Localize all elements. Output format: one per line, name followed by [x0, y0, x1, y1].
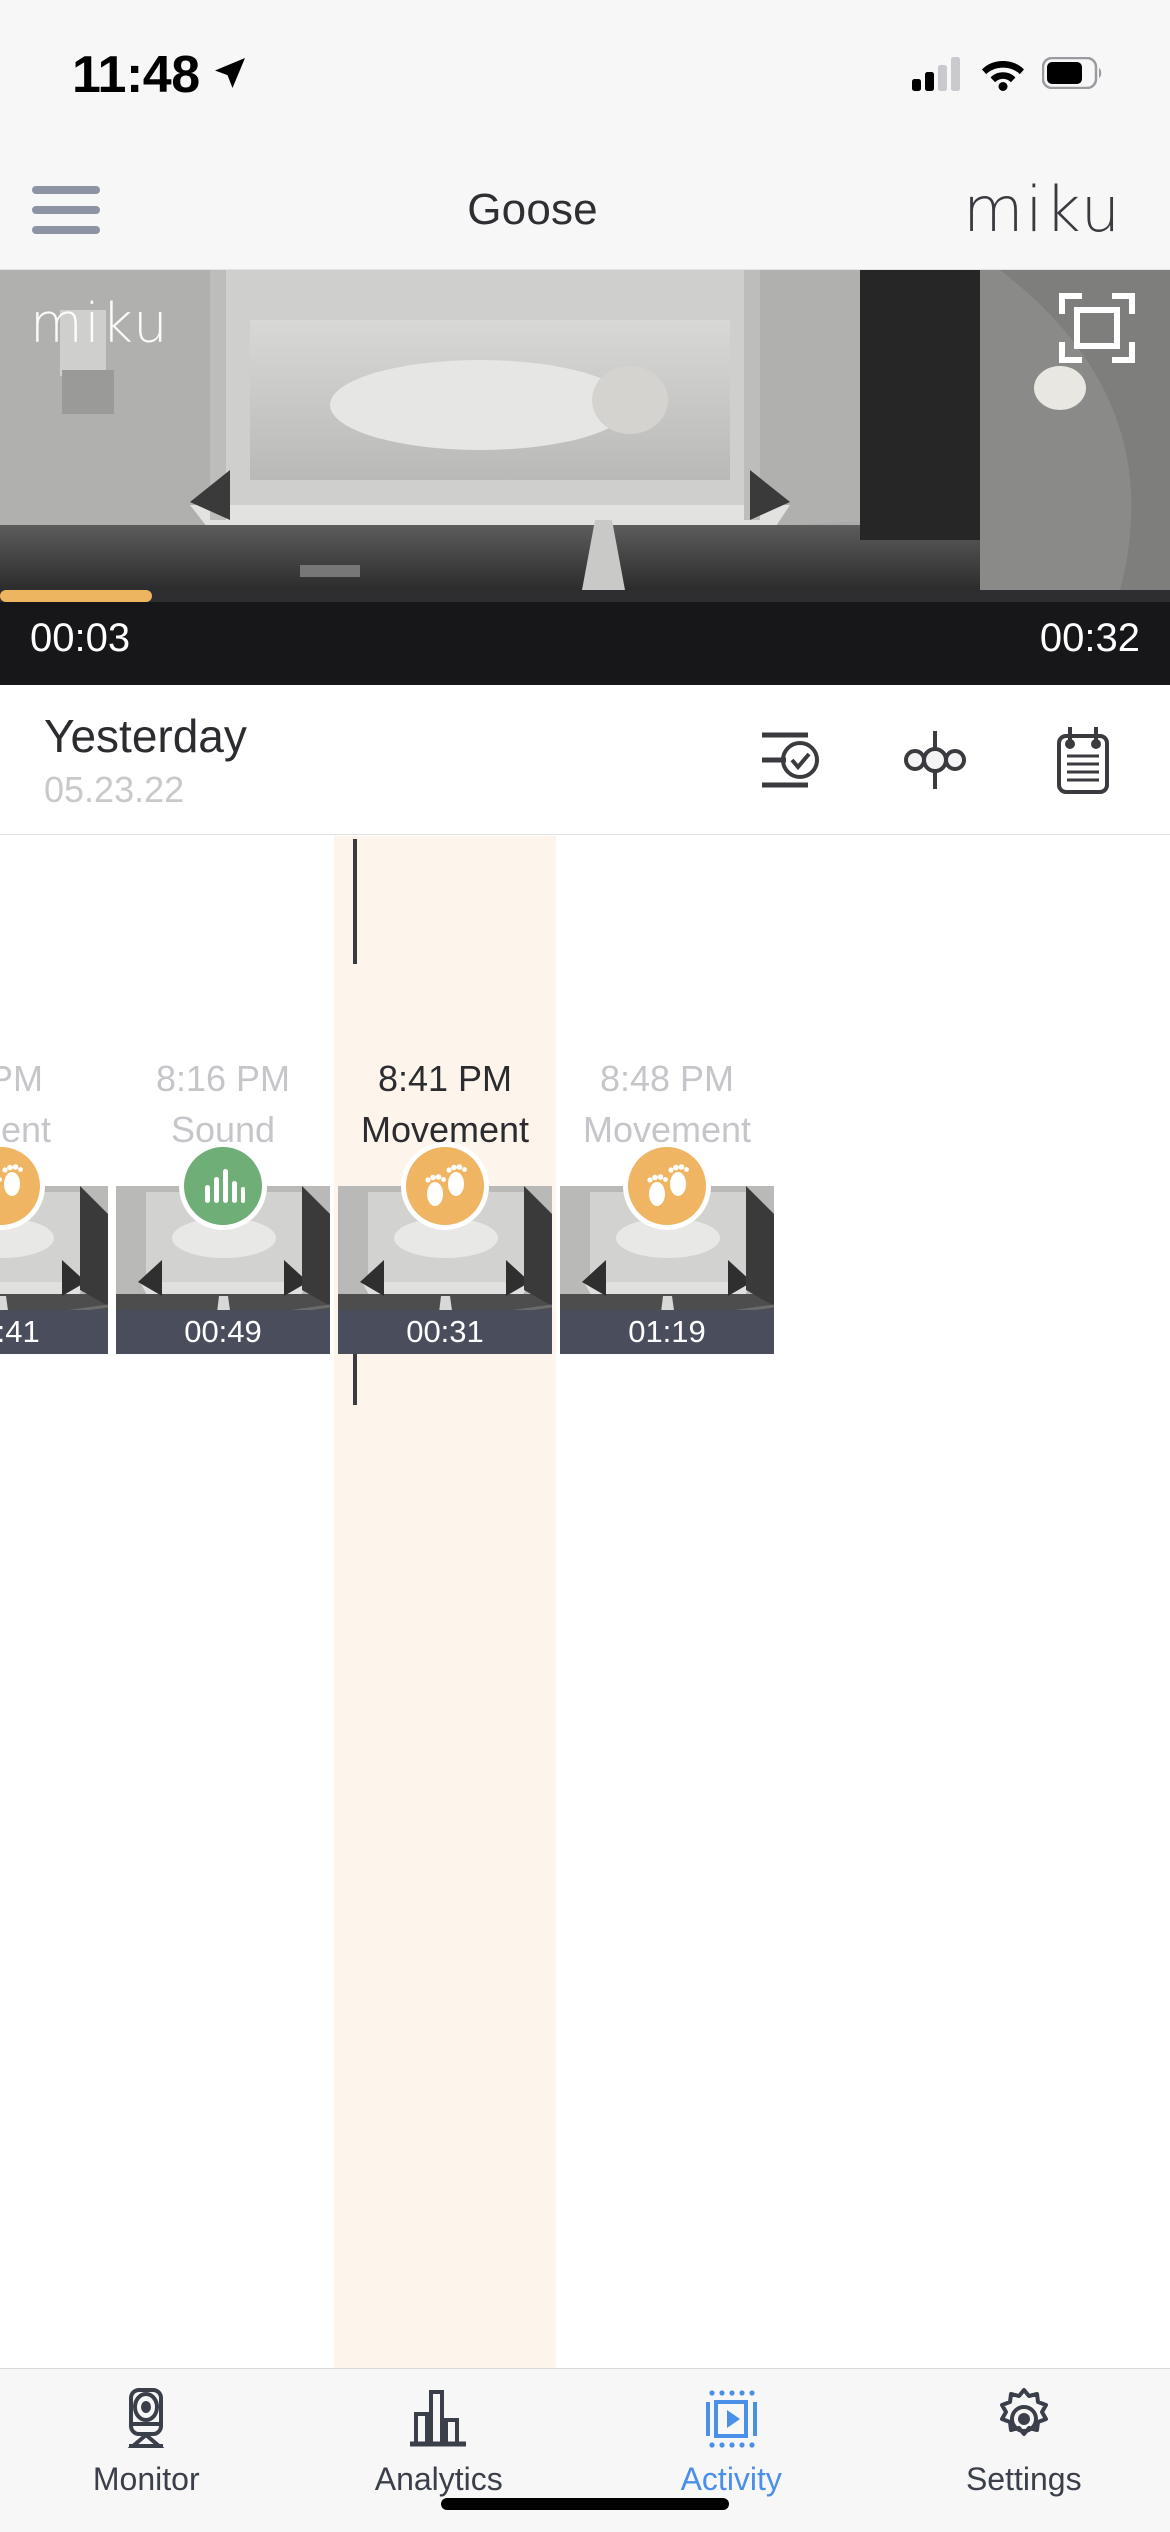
timeline-event[interactable]: 4 PMement00:41 — [0, 836, 112, 2408]
day-date: 05.23.22 — [44, 768, 185, 810]
select-events-icon[interactable] — [748, 721, 826, 799]
battery-icon — [1041, 56, 1104, 94]
event-time: 8:41 PM — [377, 1058, 513, 1099]
video-total-time: 00:32 — [1039, 616, 1140, 660]
sound-bars-icon — [179, 1142, 267, 1230]
gear-icon — [993, 2387, 1055, 2451]
activity-timeline[interactable]: 4 PMement00:418:16 PMSound00:498:41 PMMo… — [0, 836, 1170, 2408]
page-title: Goose — [467, 184, 598, 234]
event-duration: 00:49 — [116, 1310, 330, 1354]
tab-activity[interactable]: Activity — [585, 2387, 878, 2498]
home-indicator — [441, 2498, 729, 2510]
location-arrow-icon — [210, 53, 250, 98]
hamburger-line — [32, 225, 100, 234]
event-card[interactable]: 00:41 — [0, 1142, 108, 1354]
day-header: Yesterday 05.23.22 — [0, 685, 1170, 835]
footprints-icon — [623, 1142, 711, 1230]
day-label-group: Yesterday 05.23.22 — [44, 709, 247, 811]
video-current-time: 00:03 — [30, 616, 131, 660]
fullscreen-icon[interactable] — [1058, 292, 1136, 364]
event-time: 8:48 PM — [599, 1058, 735, 1099]
event-card[interactable]: 00:49 — [116, 1142, 330, 1354]
status-bar: 11:48 — [0, 0, 1170, 150]
camera-icon — [117, 2387, 175, 2451]
footprints-icon — [401, 1142, 489, 1230]
tab-label: Analytics — [374, 2461, 503, 2497]
event-card[interactable]: 00:31 — [338, 1142, 552, 1354]
video-player[interactable]: miku — [0, 270, 1170, 590]
video-progress-fill — [0, 590, 153, 602]
timeline-event[interactable]: 8:48 PM Movement 01:19 — [556, 836, 778, 2408]
event-time: 8:16 PM — [155, 1058, 291, 1099]
day-actions — [748, 721, 1122, 799]
video-progress-bar[interactable] — [0, 590, 1170, 602]
day-title: Yesterday — [44, 709, 247, 762]
event-time: 4 PM — [0, 1058, 44, 1099]
calendar-icon[interactable] — [1044, 721, 1122, 799]
status-bar-left: 11:48 — [72, 45, 250, 105]
event-duration: 01:19 — [560, 1310, 774, 1354]
tab-label: Activity — [680, 2461, 782, 2497]
tab-label: Monitor — [92, 2461, 200, 2497]
video-frame — [0, 270, 1170, 590]
wifi-icon — [980, 55, 1026, 96]
hamburger-menu-icon[interactable] — [32, 180, 102, 240]
filter-icon[interactable] — [896, 721, 974, 799]
status-bar-clock: 11:48 — [72, 46, 200, 104]
event-duration: 00:41 — [0, 1310, 108, 1354]
tab-analytics[interactable]: Analytics — [293, 2387, 586, 2498]
timeline-event[interactable]: 8:16 PM Sound 00:49 — [112, 836, 334, 2408]
film-play-icon — [700, 2387, 762, 2451]
timeline-event[interactable]: 8:41 PM Movement 00:31 — [334, 836, 556, 2408]
hamburger-line — [32, 205, 100, 214]
tab-label: Settings — [965, 2461, 1082, 2497]
brand-logo: miku — [963, 173, 1122, 246]
app-screen: 11:48 Goose miku miku 00:03 00:32 Yester… — [0, 0, 1170, 2532]
timeline-events-row: 4 PMement00:418:16 PMSound00:498:41 PMMo… — [0, 836, 1060, 2408]
cellular-signal-icon — [912, 55, 964, 96]
nav-bar: Goose miku — [0, 150, 1170, 270]
event-duration: 00:31 — [338, 1310, 552, 1354]
video-watermark: miku — [30, 292, 170, 355]
bar-chart-icon — [408, 2387, 470, 2451]
tab-settings[interactable]: Settings — [878, 2387, 1170, 2498]
hamburger-line — [32, 185, 100, 194]
event-card[interactable]: 01:19 — [560, 1142, 774, 1354]
status-bar-right — [912, 55, 1104, 96]
tab-monitor[interactable]: Monitor — [0, 2387, 293, 2498]
video-controls: 00:03 00:32 — [0, 590, 1170, 685]
